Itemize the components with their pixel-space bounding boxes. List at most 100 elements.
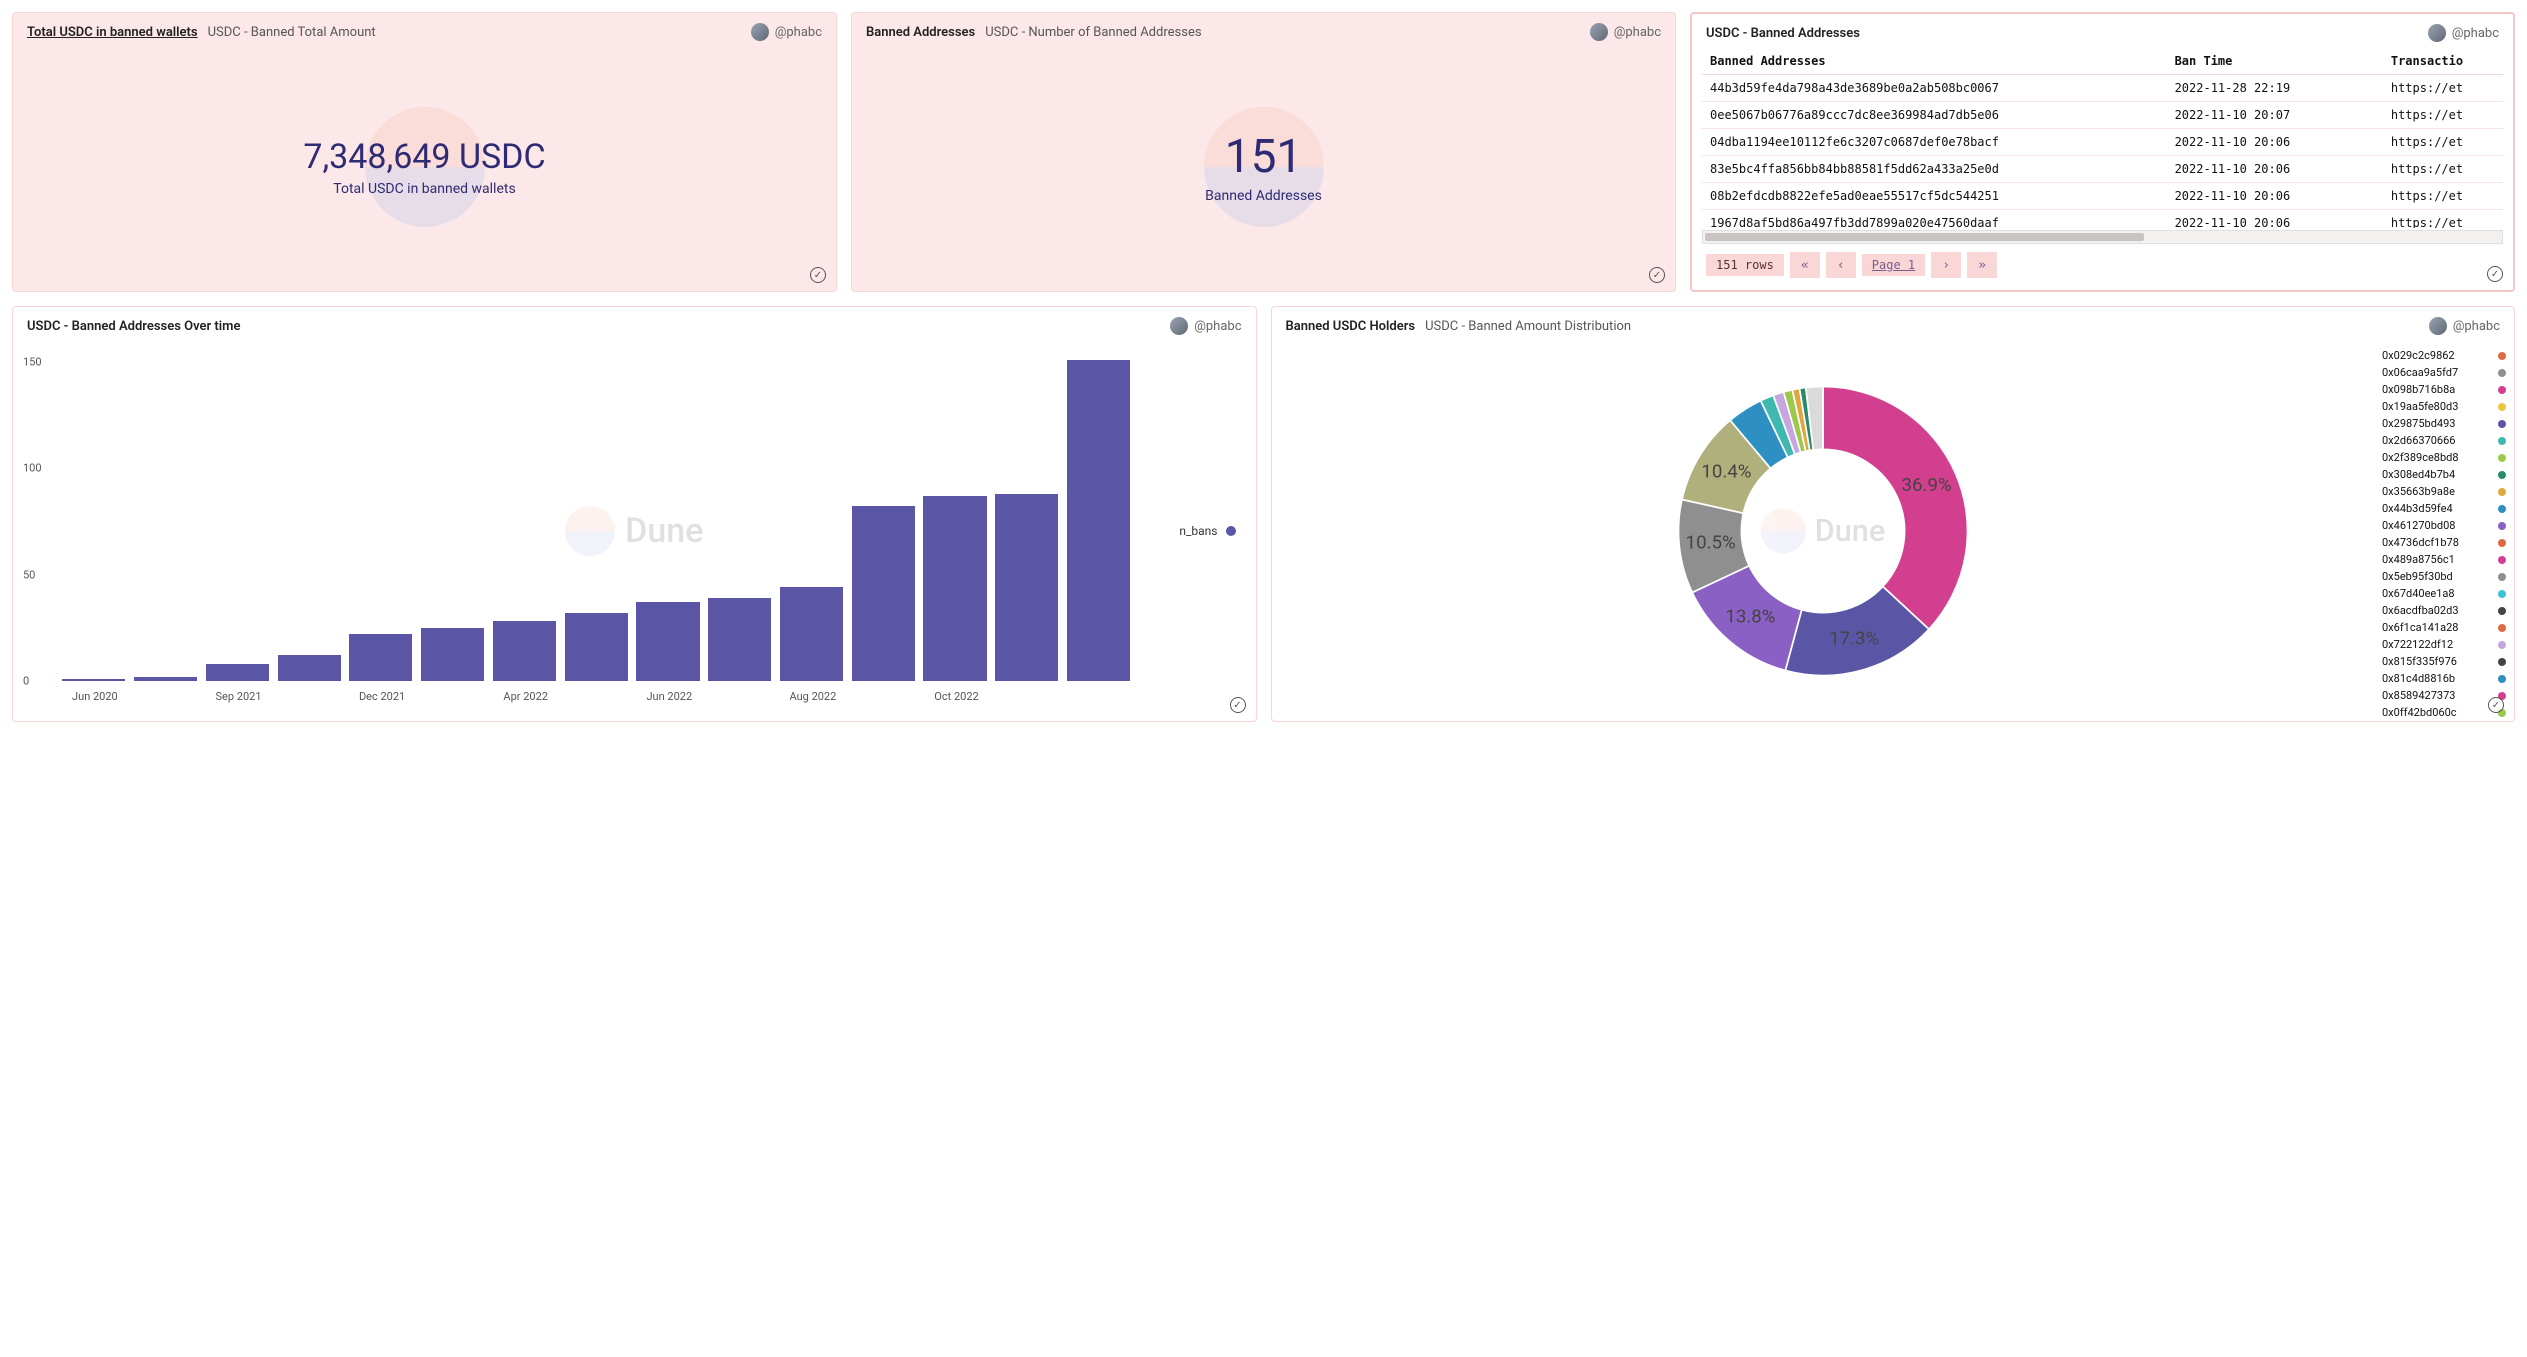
legend-item[interactable]: 0x098b716b8a bbox=[2378, 381, 2510, 398]
bar[interactable] bbox=[1067, 360, 1130, 681]
pager-page-indicator[interactable]: Page 1 bbox=[1862, 254, 1925, 276]
x-tick-label: Oct 2022 bbox=[934, 690, 978, 703]
card-author[interactable]: @phabc bbox=[1590, 23, 1661, 41]
bar[interactable] bbox=[493, 621, 556, 681]
bar[interactable] bbox=[349, 634, 412, 681]
legend-item[interactable]: 0x19aa5fe80d3 bbox=[2378, 398, 2510, 415]
legend-label: 0x5eb95f30bd bbox=[2382, 570, 2453, 583]
legend-item[interactable]: 0x29875bd493 bbox=[2378, 415, 2510, 432]
legend-swatch-icon bbox=[2498, 658, 2506, 666]
pager-first-button[interactable]: « bbox=[1790, 252, 1820, 278]
verified-check-icon[interactable] bbox=[2487, 266, 2503, 282]
legend-item[interactable]: 0x35663b9a8e bbox=[2378, 483, 2510, 500]
verified-check-icon[interactable] bbox=[2488, 697, 2504, 713]
legend-item[interactable]: 0x44b3d59fe4 bbox=[2378, 500, 2510, 517]
legend-item[interactable]: 0x5eb95f30bd bbox=[2378, 568, 2510, 585]
legend-label: 0x8589427373 bbox=[2382, 689, 2455, 702]
legend-item[interactable]: 0x2f389ce8bd8 bbox=[2378, 449, 2510, 466]
donut-area[interactable]: Dune 36.9%17.3%13.8%10.5%10.4% bbox=[1272, 341, 2375, 721]
bar[interactable] bbox=[708, 598, 771, 681]
verified-check-icon[interactable] bbox=[1649, 267, 1665, 283]
legend-label: 0x308ed4b7b4 bbox=[2382, 468, 2455, 481]
bar[interactable] bbox=[852, 506, 915, 681]
bar-chart-area[interactable] bbox=[59, 351, 1136, 681]
bar[interactable] bbox=[565, 613, 628, 681]
pager-last-button[interactable]: » bbox=[1967, 252, 1997, 278]
legend-item[interactable]: 0x6acdfba02d3 bbox=[2378, 602, 2510, 619]
table-cell: 83e5bc4ffa856bb84bb88581f5dd62a433a25e0d bbox=[1702, 156, 2167, 183]
legend-item[interactable]: 0x2d66370666 bbox=[2378, 432, 2510, 449]
donut-legend[interactable]: 0x029c2c9862 0x06caa9a5fd7 0x098b716b8a 0x1… bbox=[2374, 341, 2514, 721]
legend-swatch-icon bbox=[1226, 526, 1236, 536]
legend-item[interactable]: 0x6f1ca141a28 bbox=[2378, 619, 2510, 636]
donut-slice[interactable] bbox=[1823, 387, 1968, 630]
card-donut-chart: Banned USDC Holders USDC - Banned Amount… bbox=[1271, 306, 2516, 722]
pager-next-button[interactable]: › bbox=[1931, 252, 1961, 278]
table-row[interactable]: 08b2efdcdb8822efe5ad0eae55517cf5dc544251… bbox=[1702, 183, 2503, 210]
x-tick-label: Apr 2022 bbox=[503, 690, 548, 703]
legend-item[interactable]: 0x67d40ee1a8 bbox=[2378, 585, 2510, 602]
donut-slice-label: 10.5% bbox=[1685, 532, 1735, 554]
card-title-main: USDC - Banned Addresses bbox=[1706, 26, 1860, 41]
legend-swatch-icon bbox=[2498, 352, 2506, 360]
y-tick-label: 150 bbox=[23, 355, 42, 368]
verified-check-icon[interactable] bbox=[1230, 697, 1246, 713]
legend-swatch-icon bbox=[2498, 539, 2506, 547]
table-row[interactable]: 04dba1194ee10112fe6c3207c0687def0e78bacf… bbox=[1702, 129, 2503, 156]
card-author[interactable]: @phabc bbox=[1170, 317, 1241, 335]
legend-label: 0x81c4d8816b bbox=[2382, 672, 2455, 685]
legend-item[interactable]: 0x815f335f976 bbox=[2378, 653, 2510, 670]
card-author[interactable]: @phabc bbox=[2429, 317, 2500, 335]
table-header-cell[interactable]: Ban Time bbox=[2167, 48, 2383, 75]
bar[interactable] bbox=[780, 587, 843, 681]
legend-item[interactable]: 0x06caa9a5fd7 bbox=[2378, 364, 2510, 381]
donut-svg: 36.9%17.3%13.8%10.5%10.4% bbox=[1653, 361, 1993, 701]
table-header-cell[interactable]: Banned Addresses bbox=[1702, 48, 2167, 75]
horizontal-scrollbar[interactable] bbox=[1702, 230, 2503, 244]
legend-item[interactable]: 0x308ed4b7b4 bbox=[2378, 466, 2510, 483]
legend-item[interactable]: 0x029c2c9862 bbox=[2378, 347, 2510, 364]
table-row[interactable]: 1967d8af5bd86a497fb3dd7899a020e47560daaf… bbox=[1702, 210, 2503, 229]
scrollbar-thumb[interactable] bbox=[1705, 233, 2144, 241]
x-tick-label: Aug 2022 bbox=[789, 690, 836, 703]
bar[interactable] bbox=[995, 494, 1058, 681]
legend-label: 0x722122df12 bbox=[2382, 638, 2453, 651]
card-header: Banned USDC Holders USDC - Banned Amount… bbox=[1272, 307, 2515, 341]
bar[interactable] bbox=[206, 664, 269, 681]
table-cell: 2022-11-10 20:06 bbox=[2167, 129, 2383, 156]
table-scroll[interactable]: Banned AddressesBan TimeTransactio 44b3d… bbox=[1702, 48, 2503, 228]
bar[interactable] bbox=[134, 677, 197, 681]
legend-item[interactable]: 0x81c4d8816b bbox=[2378, 670, 2510, 687]
donut-slice-label: 10.4% bbox=[1701, 460, 1751, 482]
legend-label: 0x06caa9a5fd7 bbox=[2382, 366, 2458, 379]
legend-item[interactable]: 0x461270bd08 bbox=[2378, 517, 2510, 534]
bar[interactable] bbox=[278, 655, 341, 681]
donut-slice-label: 13.8% bbox=[1725, 606, 1775, 628]
table-header-cell[interactable]: Transactio bbox=[2383, 48, 2503, 75]
table-row[interactable]: 0ee5067b06776a89ccc7dc8ee369984ad7db5e06… bbox=[1702, 102, 2503, 129]
legend-label: 0x098b716b8a bbox=[2382, 383, 2455, 396]
legend-label: 0x44b3d59fe4 bbox=[2382, 502, 2453, 515]
y-tick-label: 100 bbox=[23, 462, 42, 475]
bar[interactable] bbox=[636, 602, 699, 681]
pager-prev-button[interactable]: ‹ bbox=[1826, 252, 1856, 278]
bar-legend[interactable]: n_bans bbox=[1179, 524, 1235, 538]
x-tick-label: Sep 2021 bbox=[216, 690, 262, 703]
card-title-main[interactable]: Total USDC in banned wallets bbox=[27, 25, 198, 40]
avatar bbox=[2429, 317, 2447, 335]
table-row[interactable]: 44b3d59fe4da798a43de3689be0a2ab508bc0067… bbox=[1702, 75, 2503, 102]
card-author[interactable]: @phabc bbox=[751, 23, 822, 41]
author-handle: @phabc bbox=[775, 25, 822, 40]
bar[interactable] bbox=[923, 496, 986, 681]
table-row[interactable]: 83e5bc4ffa856bb84bb88581f5dd62a433a25e0d… bbox=[1702, 156, 2503, 183]
legend-item[interactable]: 0x4736dcf1b78 bbox=[2378, 534, 2510, 551]
banned-addresses-table: Banned AddressesBan TimeTransactio 44b3d… bbox=[1702, 48, 2503, 228]
legend-item[interactable]: 0x489a8756c1 bbox=[2378, 551, 2510, 568]
card-banned-table: USDC - Banned Addresses @phabc Banned Ad… bbox=[1690, 12, 2515, 292]
bar[interactable] bbox=[62, 679, 125, 681]
author-handle: @phabc bbox=[2453, 319, 2500, 334]
card-author[interactable]: @phabc bbox=[2428, 24, 2499, 42]
bar[interactable] bbox=[421, 628, 484, 681]
legend-item[interactable]: 0x722122df12 bbox=[2378, 636, 2510, 653]
verified-check-icon[interactable] bbox=[810, 267, 826, 283]
